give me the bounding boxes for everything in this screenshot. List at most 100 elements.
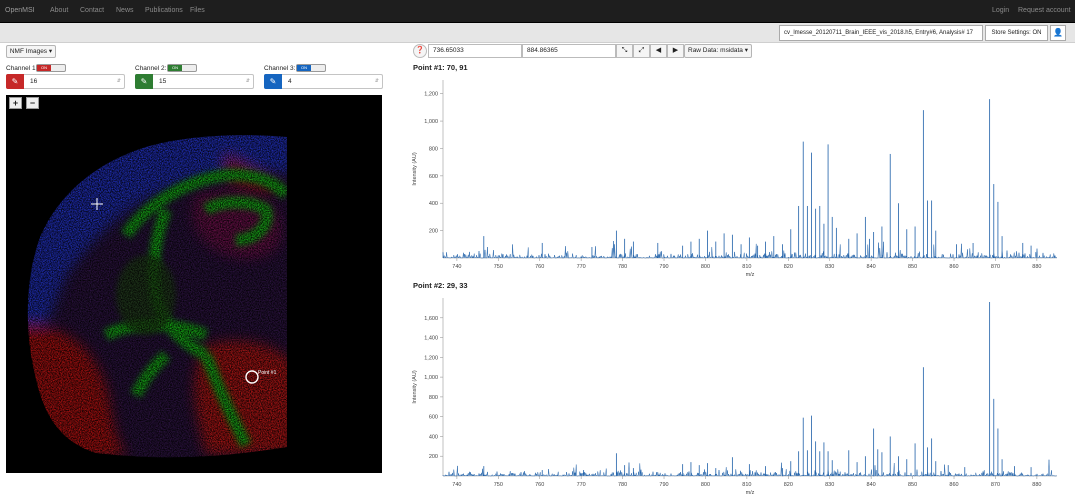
channel-2-toggle[interactable]: ON [167,64,197,72]
nav-contact[interactable]: Contact [80,7,104,14]
y-tick-label: 1,400 [424,336,438,342]
x-tick-label: 880 [1032,482,1041,488]
channel-2-input[interactable]: ✎ 15 ⇵ [135,74,254,89]
y-tick-label: 1,200 [424,92,438,98]
channel-3-toggle[interactable]: ON [296,64,326,72]
x-tick-label: 850 [908,264,917,270]
x-tick-label: 740 [452,264,461,270]
spectrum-peaks [483,99,1032,258]
chart-axes: 200 400 600 800 1,000 1,200 1,400 1,600 740 750 76… [412,298,1057,496]
spectrum-chart-point-2[interactable]: 200 400 600 800 1,000 1,200 1,400 1,600 740 750 76… [405,290,1070,500]
store-settings-button[interactable]: Store Settings: ON [985,25,1048,41]
channel-2-label: Channel 2: [135,65,167,72]
channel-3-input[interactable]: ✎ 4 ⇵ [264,74,383,89]
channel-3-color-picker-icon[interactable]: ✎ [264,74,282,89]
x-tick-label: 800 [701,264,710,270]
x-tick-label: 780 [618,482,627,488]
nav-files[interactable]: Files [190,7,205,14]
y-tick-label: 600 [429,174,438,180]
channel-1-input[interactable]: ✎ 16 ⇵ [6,74,125,89]
x-axis-label: m/z [746,490,755,496]
nav-news[interactable]: News [116,7,134,14]
user-icon[interactable]: 👤 [1050,25,1066,41]
y-tick-label: 200 [429,229,438,235]
y-tick-label: 800 [429,395,438,401]
y-axis-label: Intensity (AU) [412,152,418,185]
nav-login[interactable]: Login [992,7,1009,14]
x-tick-label: 870 [991,482,1000,488]
raw-data-dropdown[interactable]: Raw Data: msidata ▾ [684,44,752,58]
next-icon[interactable]: ▶ [667,44,684,58]
y-tick-label: 1,000 [424,119,438,125]
previous-icon[interactable]: ◀ [650,44,667,58]
y-tick-label: 400 [429,434,438,440]
x-tick-label: 760 [535,482,544,488]
channel-1-spinner-icon[interactable]: ⇵ [117,78,121,84]
x-tick-label: 860 [949,264,958,270]
y-axis-label: Intensity (AU) [412,370,418,403]
x-tick-label: 790 [659,482,668,488]
channel-3-toggle-state: ON [297,65,311,71]
y-tick-label: 200 [429,454,438,460]
msi-image-viewer[interactable]: Point #1 [6,95,382,473]
x-tick-label: 840 [867,264,876,270]
x-tick-label: 810 [742,482,751,488]
x-tick-label: 800 [701,482,710,488]
x-tick-label: 880 [1032,264,1041,270]
spectrum-baseline [442,240,1058,259]
x-tick-label: 770 [577,264,586,270]
y-tick-label: 1,000 [424,375,438,381]
channel-2-toggle-state: ON [168,65,182,71]
x-tick-label: 850 [908,482,917,488]
channel-3-value: 4 [288,78,292,85]
point-1-title: Point #1: 70, 91 [413,63,468,72]
x-tick-label: 760 [535,264,544,270]
channel-1-toggle-state: ON [37,65,51,71]
zoom-out-button[interactable]: − [26,97,39,109]
spectrum-peaks [483,301,1032,476]
zoom-in-button[interactable]: + [9,97,22,109]
nmf-images-dropdown[interactable]: NMF Images ▾ [6,45,56,58]
channel-1-value: 16 [30,78,38,85]
spectrum-chart-point-1[interactable]: 200 400 600 800 1,000 1,200 740 750 760 770 780 790… [405,72,1070,282]
file-selector[interactable]: cv_lmesse_20120711_Brain_IEEE_vis_2018.h… [779,25,983,41]
nav-publications[interactable]: Publications [145,7,183,14]
expand-icon[interactable]: ⤢ [633,44,650,58]
nav-request-account[interactable]: Request account [1018,7,1071,14]
nav-about[interactable]: About [50,7,68,14]
brand-logo[interactable]: OpenMSI [5,7,35,14]
channel-2-spinner-icon[interactable]: ⇵ [246,78,250,84]
channel-1-label: Channel 1: [6,65,38,72]
fit-icon[interactable]: ⤡ [616,44,633,58]
channel-1-color-picker-icon[interactable]: ✎ [6,74,24,89]
x-tick-label: 780 [618,264,627,270]
mz-max-input[interactable]: 884.86365 [522,44,616,58]
x-tick-label: 860 [949,482,958,488]
x-tick-label: 770 [577,482,586,488]
x-tick-label: 870 [991,264,1000,270]
y-tick-label: 600 [429,415,438,421]
x-tick-label: 750 [494,264,503,270]
brain-ion-image[interactable]: Point #1 [6,95,382,473]
y-tick-label: 1,200 [424,355,438,361]
x-tick-label: 840 [867,482,876,488]
x-tick-label: 830 [825,264,834,270]
point-marker-label: Point #1 [258,370,277,376]
chart-axes: 200 400 600 800 1,000 1,200 740 750 760 770 780 790… [412,80,1057,278]
y-tick-label: 1,600 [424,316,438,322]
x-tick-label: 810 [742,264,751,270]
x-tick-label: 830 [825,482,834,488]
channel-2-color-picker-icon[interactable]: ✎ [135,74,153,89]
help-icon[interactable]: ❓ [413,44,427,58]
point-2-title: Point #2: 29, 33 [413,281,468,290]
x-tick-label: 740 [452,482,461,488]
y-tick-label: 800 [429,146,438,152]
x-axis-label: m/z [746,272,755,278]
channel-1-toggle[interactable]: ON [36,64,66,72]
mz-min-input[interactable]: 736.65033 [428,44,522,58]
y-tick-label: 400 [429,201,438,207]
top-navbar: OpenMSI About Contact News Publications … [0,0,1075,23]
channel-3-label: Channel 3: [264,65,296,72]
x-tick-label: 820 [784,482,793,488]
channel-3-spinner-icon[interactable]: ⇵ [375,78,379,84]
